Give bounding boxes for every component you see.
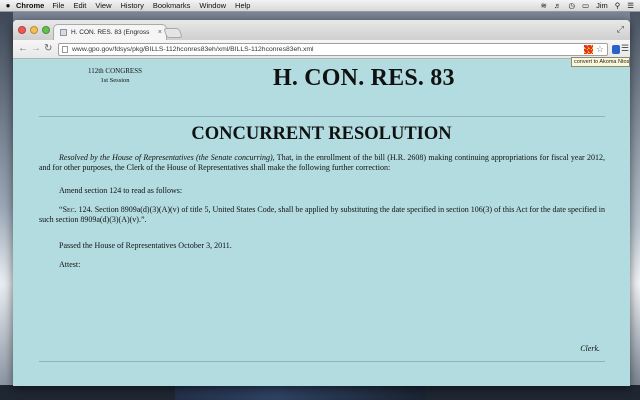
bookmark-star-icon[interactable]: ☆ xyxy=(596,44,604,55)
desktop-background-right xyxy=(630,12,640,400)
browser-tab[interactable]: H. CON. RES. 83 (Engross × xyxy=(53,24,167,40)
extension-icon[interactable] xyxy=(612,45,620,54)
menu-help[interactable]: Help xyxy=(235,1,250,10)
menubar-status-area: ≋ ♬ ◷ ▭ Jim ⚲ ☰ xyxy=(541,1,640,10)
chrome-menu-icon[interactable]: ☰ xyxy=(621,43,629,54)
zoom-window-icon[interactable] xyxy=(42,26,50,34)
menu-app-name[interactable]: Chrome xyxy=(16,1,44,10)
time-machine-icon[interactable]: ◷ xyxy=(568,1,575,10)
minimize-window-icon[interactable] xyxy=(30,26,38,34)
header-divider xyxy=(39,116,605,117)
chrome-window: H. CON. RES. 83 (Engross × ⤢ ← → ↻ www.g… xyxy=(13,20,630,386)
extension-tooltip: convert to Akoma Ntoso xyxy=(571,57,630,67)
new-tab-button[interactable] xyxy=(163,28,183,38)
akoma-ntoso-extension-icon[interactable] xyxy=(583,45,593,54)
user-name[interactable]: Jim xyxy=(596,1,608,10)
menu-file[interactable]: File xyxy=(52,1,64,10)
clerk-signature-label: Clerk. xyxy=(580,344,600,353)
desktop-wallpaper-figure xyxy=(175,385,425,400)
resolved-paragraph: Resolved by the House of Representatives… xyxy=(39,153,605,173)
session-label: 1st Session xyxy=(100,77,130,84)
battery-icon[interactable]: ▭ xyxy=(582,1,589,10)
page-info-icon[interactable] xyxy=(62,46,68,53)
mac-menu-bar: ● Chrome File Edit View History Bookmark… xyxy=(0,0,640,12)
menu-window[interactable]: Window xyxy=(199,1,226,10)
fullscreen-icon[interactable]: ⤢ xyxy=(617,24,624,35)
congress-label: 112th CONGRESS xyxy=(87,67,142,75)
notification-list-icon[interactable]: ☰ xyxy=(627,1,634,10)
volume-icon[interactable]: ♬ xyxy=(554,1,562,10)
menu-bookmarks[interactable]: Bookmarks xyxy=(153,1,191,10)
apple-menu-icon[interactable]: ● xyxy=(0,1,16,10)
wifi-icon[interactable]: ≋ xyxy=(541,1,547,10)
desktop-background-left xyxy=(0,12,13,400)
back-arrow-icon[interactable]: ← xyxy=(18,43,28,55)
address-bar[interactable]: www.gpo.gov/fdsys/pkg/BILLS-112hconres83… xyxy=(58,43,608,56)
close-window-icon[interactable] xyxy=(18,26,26,34)
menu-view[interactable]: View xyxy=(95,1,111,10)
spotlight-icon[interactable]: ⚲ xyxy=(615,1,621,10)
document-type-heading: CONCURRENT RESOLUTION xyxy=(191,124,452,144)
reload-icon[interactable]: ↻ xyxy=(44,43,52,55)
attest-paragraph: Attest: xyxy=(59,260,81,269)
amend-paragraph: Amend section 124 to read as follows: xyxy=(59,186,183,195)
section-body: Section 8909a(d)(3)(A)(v) of title 5, Un… xyxy=(39,205,605,224)
browser-toolbar: ← → ↻ www.gpo.gov/fdsys/pkg/BILLS-112hco… xyxy=(13,40,630,59)
menu-edit[interactable]: Edit xyxy=(73,1,86,10)
resolved-clause: Resolved by the House of Representatives… xyxy=(59,153,273,162)
tab-title: H. CON. RES. 83 (Engross xyxy=(71,29,150,36)
section-label: Sec. 124. xyxy=(62,205,93,214)
forward-arrow-icon[interactable]: → xyxy=(31,43,41,55)
footer-divider xyxy=(39,361,605,362)
window-titlebar[interactable]: H. CON. RES. 83 (Engross × ⤢ xyxy=(13,20,630,40)
document-page: 112th CONGRESS 1st Session H. CON. RES. … xyxy=(13,59,630,386)
menu-history[interactable]: History xyxy=(121,1,144,10)
passed-paragraph: Passed the House of Representatives Octo… xyxy=(59,241,232,250)
window-controls xyxy=(18,26,50,34)
section-paragraph: “Sec. 124. Section 8909a(d)(3)(A)(v) of … xyxy=(39,205,605,225)
resolution-number: H. CON. RES. 83 xyxy=(273,65,455,91)
congress-session-block: 112th CONGRESS 1st Session xyxy=(73,67,157,85)
url-text[interactable]: www.gpo.gov/fdsys/pkg/BILLS-112hconres83… xyxy=(72,46,584,53)
tab-favicon-icon xyxy=(60,29,67,36)
